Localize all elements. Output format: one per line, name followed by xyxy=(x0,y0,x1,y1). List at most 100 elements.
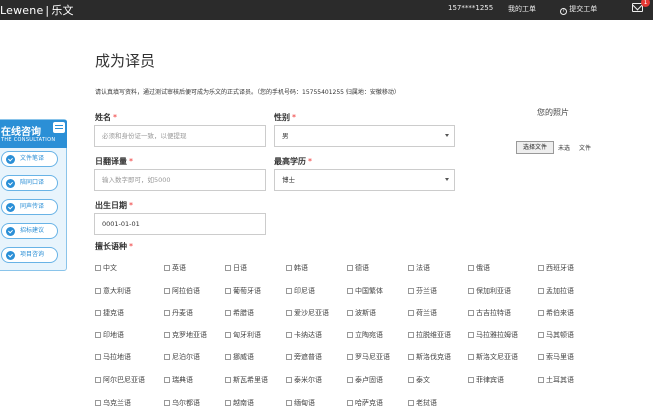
language-checkbox[interactable] xyxy=(286,287,292,294)
language-option[interactable]: 土耳其语 xyxy=(538,375,574,385)
language-option[interactable]: 斯瓦希里语 xyxy=(225,375,268,385)
language-checkbox[interactable] xyxy=(347,353,353,360)
language-checkbox[interactable] xyxy=(225,287,231,294)
language-checkbox[interactable] xyxy=(286,331,292,338)
language-option[interactable]: 希伯来语 xyxy=(538,308,574,318)
language-option[interactable]: 法语 xyxy=(408,263,430,273)
language-checkbox[interactable] xyxy=(408,309,414,316)
language-option[interactable]: 匈牙利语 xyxy=(225,330,261,340)
language-checkbox[interactable] xyxy=(538,376,544,383)
language-checkbox[interactable] xyxy=(164,287,170,294)
language-option[interactable]: 挪威语 xyxy=(225,352,254,362)
language-option[interactable]: 希腊语 xyxy=(225,308,254,318)
language-option[interactable]: 德语 xyxy=(347,263,369,273)
language-option[interactable]: 越南语 xyxy=(225,398,254,408)
language-option[interactable]: 索马里语 xyxy=(538,352,574,362)
language-option[interactable]: 芬兰语 xyxy=(408,286,437,296)
language-option[interactable]: 菲律宾语 xyxy=(468,375,504,385)
language-checkbox[interactable] xyxy=(408,264,414,271)
language-option[interactable]: 斯洛伐克语 xyxy=(408,352,451,362)
language-option[interactable]: 阿拉伯语 xyxy=(164,286,200,296)
language-option[interactable]: 捷克语 xyxy=(95,308,124,318)
language-checkbox[interactable] xyxy=(408,399,414,406)
language-checkbox[interactable] xyxy=(468,309,474,316)
language-option[interactable]: 马拉地语 xyxy=(95,352,131,362)
language-option[interactable]: 克罗地亚语 xyxy=(164,330,207,340)
language-option[interactable]: 意大利语 xyxy=(95,286,131,296)
language-option[interactable]: 泰文 xyxy=(408,375,430,385)
language-option[interactable]: 乌克兰语 xyxy=(95,398,131,408)
language-checkbox[interactable] xyxy=(225,399,231,406)
submit-order-link[interactable]: ? 提交工单 xyxy=(560,4,597,15)
language-option[interactable]: 泰米尔语 xyxy=(286,375,322,385)
language-checkbox[interactable] xyxy=(347,264,353,271)
consult-item[interactable]: 陪同口译 xyxy=(1,175,58,191)
language-checkbox[interactable] xyxy=(408,287,414,294)
language-checkbox[interactable] xyxy=(408,331,414,338)
language-option[interactable]: 老挝语 xyxy=(408,398,437,408)
language-option[interactable]: 爱沙尼亚语 xyxy=(286,308,329,318)
language-option[interactable]: 西班牙语 xyxy=(538,263,574,273)
language-checkbox[interactable] xyxy=(347,399,353,406)
language-checkbox[interactable] xyxy=(286,353,292,360)
language-checkbox[interactable] xyxy=(408,353,414,360)
language-option[interactable]: 乌尔都语 xyxy=(164,398,200,408)
choose-file-button[interactable]: 选择文件 xyxy=(516,141,554,154)
language-checkbox[interactable] xyxy=(164,264,170,271)
language-checkbox[interactable] xyxy=(164,331,170,338)
language-option[interactable]: 斯洛文尼亚语 xyxy=(468,352,518,362)
language-option[interactable]: 印尼语 xyxy=(286,286,315,296)
language-option[interactable]: 拉脱维亚语 xyxy=(408,330,451,340)
language-checkbox[interactable] xyxy=(468,376,474,383)
language-option[interactable]: 波斯语 xyxy=(347,308,376,318)
language-option[interactable]: 古吉拉特语 xyxy=(468,308,511,318)
language-option[interactable]: 中国繁体 xyxy=(347,286,383,296)
language-option[interactable]: 旁遮普语 xyxy=(286,352,322,362)
language-option[interactable]: 孟加拉语 xyxy=(538,286,574,296)
education-select[interactable]: 博士 xyxy=(274,169,455,191)
language-checkbox[interactable] xyxy=(347,331,353,338)
gender-select[interactable]: 男 xyxy=(274,125,455,147)
language-checkbox[interactable] xyxy=(225,376,231,383)
language-checkbox[interactable] xyxy=(538,309,544,316)
language-checkbox[interactable] xyxy=(468,331,474,338)
language-checkbox[interactable] xyxy=(538,264,544,271)
language-checkbox[interactable] xyxy=(95,353,101,360)
language-checkbox[interactable] xyxy=(408,376,414,383)
consult-item[interactable]: 文件笔译 xyxy=(1,151,58,167)
language-option[interactable]: 韩语 xyxy=(286,263,308,273)
language-checkbox[interactable] xyxy=(95,264,101,271)
language-checkbox[interactable] xyxy=(164,399,170,406)
language-checkbox[interactable] xyxy=(538,331,544,338)
language-checkbox[interactable] xyxy=(286,309,292,316)
language-option[interactable]: 印地语 xyxy=(95,330,124,340)
language-option[interactable]: 日语 xyxy=(225,263,247,273)
language-checkbox[interactable] xyxy=(95,399,101,406)
my-orders-link[interactable]: 我的工单 xyxy=(508,4,536,14)
language-option[interactable]: 马拉雅拉姆语 xyxy=(468,330,518,340)
birth-date-input[interactable]: 0001-01-01 xyxy=(94,213,266,235)
language-option[interactable]: 泰卢固语 xyxy=(347,375,383,385)
language-option[interactable]: 丹麦语 xyxy=(164,308,193,318)
language-checkbox[interactable] xyxy=(347,376,353,383)
language-option[interactable]: 俄语 xyxy=(468,263,490,273)
language-checkbox[interactable] xyxy=(95,331,101,338)
language-checkbox[interactable] xyxy=(538,353,544,360)
language-checkbox[interactable] xyxy=(164,353,170,360)
user-phone-link[interactable]: 157****1255 xyxy=(448,4,493,12)
language-option[interactable]: 荷兰语 xyxy=(408,308,437,318)
language-checkbox[interactable] xyxy=(225,353,231,360)
consult-header[interactable]: 在线咨询 THE CONSULTATION xyxy=(0,120,67,148)
language-checkbox[interactable] xyxy=(468,264,474,271)
language-checkbox[interactable] xyxy=(95,309,101,316)
language-option[interactable]: 卡纳达语 xyxy=(286,330,322,340)
language-checkbox[interactable] xyxy=(164,309,170,316)
language-checkbox[interactable] xyxy=(468,287,474,294)
language-option[interactable]: 哈萨克语 xyxy=(347,398,383,408)
language-checkbox[interactable] xyxy=(286,376,292,383)
daily-output-input[interactable]: 输入数字即可，如5000 xyxy=(94,169,266,191)
language-option[interactable]: 瑞典语 xyxy=(164,375,193,385)
language-option[interactable]: 尼泊尔语 xyxy=(164,352,200,362)
consult-item[interactable]: 同声传译 xyxy=(1,199,58,215)
language-option[interactable]: 葡萄牙语 xyxy=(225,286,261,296)
